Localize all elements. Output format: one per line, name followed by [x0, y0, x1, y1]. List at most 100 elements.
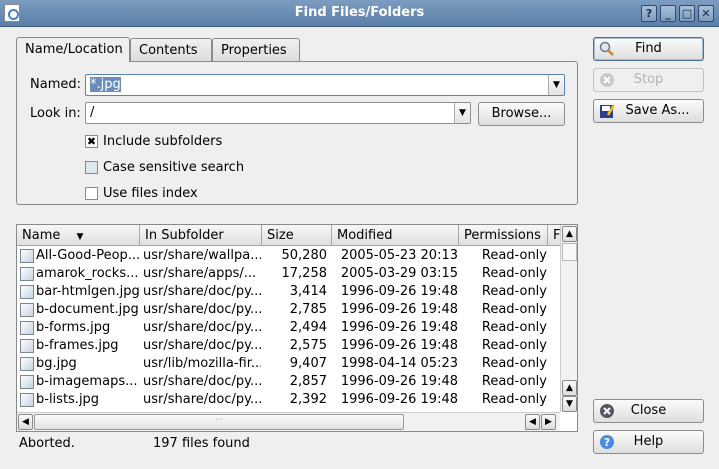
- chevron-down-icon[interactable]: ▼: [454, 103, 470, 123]
- cell-subfolder: usr/share/doc/py...: [143, 302, 261, 317]
- cell-permissions: Read-only: [481, 284, 547, 299]
- horizontal-scroll-thumb[interactable]: ···: [34, 414, 404, 430]
- case-sensitive-checkbox[interactable]: [85, 161, 98, 174]
- cell-permissions: Read-only: [481, 392, 547, 407]
- cell-modified: 1998-04-14 05:23: [340, 356, 458, 371]
- cell-name: bg.jpg: [36, 356, 77, 371]
- image-file-icon: [20, 357, 34, 371]
- maximize-button[interactable]: □: [679, 5, 695, 22]
- cell-size: 3,414: [289, 284, 327, 299]
- cell-subfolder: usr/share/apps/...: [143, 266, 257, 281]
- chevron-down-icon[interactable]: ▼: [548, 75, 564, 95]
- window-title: Find Files/Folders: [294, 5, 425, 20]
- status-state: Aborted.: [19, 436, 75, 451]
- cell-size: 17,258: [281, 266, 328, 281]
- look-in-input[interactable]: /: [90, 105, 94, 120]
- close-window-button[interactable]: ✕: [698, 5, 714, 22]
- minimize-button[interactable]: _: [660, 5, 676, 22]
- scroll-up-button[interactable]: ▲: [562, 226, 577, 242]
- image-file-icon: [20, 393, 34, 407]
- cell-size: 2,575: [289, 338, 327, 353]
- image-file-icon: [20, 267, 34, 281]
- cell-name: All-Good-Peop...: [36, 248, 139, 263]
- named-combobox[interactable]: *.jpg ▼: [85, 74, 565, 96]
- table-row[interactable]: bg.jpg usr/lib/mozilla-fir... 9,407 1998-04…: [17, 355, 562, 373]
- cell-name: bar-htmlgen.jpg: [36, 284, 139, 299]
- cell-permissions: Read-only: [481, 266, 547, 281]
- table-row[interactable]: amarok_rocks... usr/share/apps/... 17,258 2…: [17, 265, 562, 283]
- column-header-permissions[interactable]: Permissions: [459, 225, 548, 246]
- cell-permissions: Read-only: [481, 338, 547, 353]
- cell-modified: 1996-09-26 19:48: [340, 284, 458, 299]
- browse-button[interactable]: Browse...: [478, 102, 565, 126]
- svg-text:?: ?: [604, 436, 610, 449]
- table-row[interactable]: bar-htmlgen.jpg usr/share/doc/py... 3,414 1…: [17, 283, 562, 301]
- help-title-button[interactable]: ?: [641, 5, 657, 22]
- cell-subfolder: usr/share/doc/py...: [143, 320, 261, 335]
- column-header-modified[interactable]: Modified: [332, 225, 459, 246]
- help-button[interactable]: ? Help: [593, 430, 704, 454]
- cell-name: b-forms.jpg: [36, 320, 111, 335]
- look-in-combobox[interactable]: / ▼: [85, 102, 471, 124]
- table-row[interactable]: b-forms.jpg usr/share/doc/py... 2,494 1996-…: [17, 319, 562, 337]
- column-header-size[interactable]: Size: [262, 225, 332, 246]
- cell-permissions: Read-only: [481, 320, 547, 335]
- cell-size: 2,785: [289, 302, 327, 317]
- include-subfolders-checkbox[interactable]: ✖: [85, 135, 98, 148]
- table-row[interactable]: b-frames.jpg usr/share/doc/py... 2,575 1996…: [17, 337, 562, 355]
- image-file-icon: [20, 339, 34, 353]
- horizontal-scrollbar[interactable]: ◀ ··· ◀ ▶: [17, 412, 560, 431]
- table-row[interactable]: b-lists.jpg usr/share/doc/py... 2,392 1996-…: [17, 391, 562, 409]
- cell-subfolder: usr/share/doc/py...: [143, 284, 261, 299]
- cell-subfolder: usr/lib/mozilla-fir...: [143, 356, 261, 371]
- tab-contents[interactable]: Contents: [130, 38, 212, 62]
- case-sensitive-label: Case sensitive search: [103, 160, 245, 175]
- tab-name-location[interactable]: Name/Location: [16, 37, 130, 62]
- cell-modified: 1996-09-26 19:48: [340, 338, 458, 353]
- scroll-down-button[interactable]: ▼: [562, 396, 577, 412]
- status-file-count: 197 files found: [153, 436, 250, 451]
- cell-name: b-imagemaps....: [36, 374, 139, 389]
- include-subfolders-label: Include subfolders: [103, 134, 223, 149]
- cell-size: 2,494: [289, 320, 327, 335]
- cell-modified: 1996-09-26 19:48: [340, 392, 458, 407]
- named-input[interactable]: *.jpg: [90, 77, 121, 92]
- stop-icon: [600, 73, 614, 87]
- cell-permissions: Read-only: [481, 374, 547, 389]
- use-files-index-label: Use files index: [103, 186, 198, 201]
- named-label: Named:: [30, 77, 81, 92]
- vertical-scrollbar[interactable]: ▲ ▲ ▼: [560, 225, 577, 412]
- table-row[interactable]: All-Good-Peop... usr/share/wallpa... 50,28…: [17, 247, 562, 265]
- tab-properties[interactable]: Properties: [212, 38, 300, 62]
- vertical-scroll-thumb[interactable]: [562, 243, 577, 261]
- stop-button[interactable]: Stop: [593, 68, 704, 92]
- help-icon: ?: [600, 435, 614, 449]
- save-icon: [600, 104, 615, 118]
- find-button[interactable]: Find: [593, 37, 704, 61]
- cell-subfolder: usr/share/doc/py...: [143, 392, 261, 407]
- sort-descending-icon: ▼: [76, 232, 84, 242]
- cell-permissions: Read-only: [481, 302, 547, 317]
- cell-size: 50,280: [281, 248, 328, 263]
- scroll-left-button[interactable]: ◀: [18, 414, 33, 430]
- cell-name: b-document.jpg: [36, 302, 139, 317]
- scroll-left-button-right[interactable]: ◀: [525, 414, 540, 430]
- table-row[interactable]: b-document.jpg usr/share/doc/py... 2,785 19…: [17, 301, 562, 319]
- cell-size: 2,392: [289, 392, 327, 407]
- column-header-in-subfolder[interactable]: In Subfolder: [140, 225, 262, 246]
- image-file-icon: [20, 285, 34, 299]
- close-icon: [600, 404, 614, 418]
- scroll-right-button[interactable]: ▶: [541, 414, 556, 430]
- cell-modified: 1996-09-26 19:48: [340, 302, 458, 317]
- results-list[interactable]: Name ▼ In Subfolder Size Modified Permis…: [16, 224, 578, 432]
- table-row[interactable]: b-imagemaps.... usr/share/doc/py... 2,857 1…: [17, 373, 562, 391]
- image-file-icon: [20, 321, 34, 335]
- cell-subfolder: usr/share/doc/py...: [143, 374, 261, 389]
- cell-permissions: Read-only: [481, 248, 547, 263]
- column-header-name[interactable]: Name ▼: [17, 225, 140, 246]
- scroll-up-button-bottom[interactable]: ▲: [562, 380, 577, 396]
- save-as-button[interactable]: Save As...: [593, 99, 704, 123]
- image-file-icon: [20, 303, 34, 317]
- close-button[interactable]: Close: [593, 399, 704, 423]
- use-files-index-checkbox[interactable]: [85, 187, 98, 200]
